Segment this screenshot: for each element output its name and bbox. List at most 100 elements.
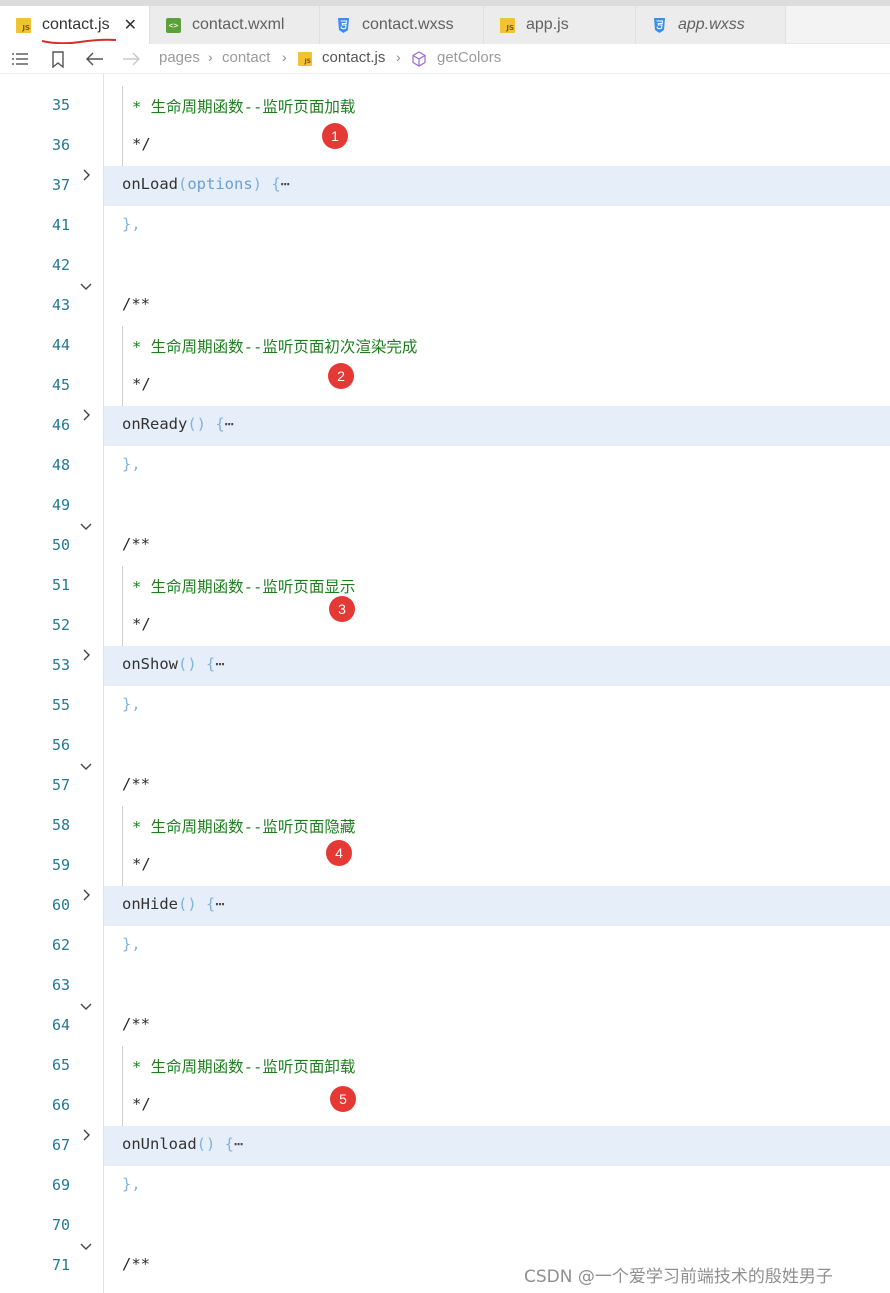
line-number: 43	[51, 296, 70, 314]
code-line[interactable]: 41},	[0, 206, 890, 246]
list-icon[interactable]	[10, 48, 30, 70]
folded-ellipsis-icon[interactable]: ⋯	[225, 415, 234, 433]
code-line[interactable]: 59 */	[0, 846, 890, 886]
bookmark-icon[interactable]	[48, 48, 68, 70]
folded-ellipsis-icon[interactable]: ⋯	[215, 655, 224, 673]
chevron-down-icon[interactable]	[78, 1240, 94, 1256]
folded-ellipsis-icon[interactable]: ⋯	[281, 175, 290, 193]
line-number: 66	[51, 1096, 70, 1114]
code-text: },	[122, 695, 141, 713]
watermark: CSDN @一个爱学习前端技术的殷姓男子	[524, 1267, 833, 1287]
code-line[interactable]: 43 /**	[0, 283, 890, 326]
chevron-right-icon: ›	[396, 49, 401, 65]
code-line[interactable]: 63	[0, 966, 890, 1006]
chevron-down-icon[interactable]	[78, 520, 94, 536]
close-icon[interactable]: ✕	[124, 15, 137, 35]
back-arrow-icon[interactable]	[84, 48, 106, 70]
code-text: },	[122, 215, 141, 233]
tab-label: app.js	[526, 16, 569, 33]
code-line[interactable]: 46 onReady() {⋯	[0, 406, 890, 446]
method-name: onHide	[122, 895, 178, 913]
breadcrumb-item-file[interactable]: contact.js	[322, 49, 385, 66]
code-editor[interactable]: 35 * 生命周期函数--监听页面加载 36 */ 37 onLoad(options) …	[0, 74, 890, 1293]
method-name: onShow	[122, 655, 178, 673]
code-line[interactable]: 62},	[0, 926, 890, 966]
line-number: 48	[51, 456, 70, 474]
comment-text: */	[132, 1095, 151, 1113]
code-line[interactable]: 53 onShow() {⋯	[0, 646, 890, 686]
tab-app-js[interactable]: JS app.js	[484, 6, 636, 44]
chevron-down-icon[interactable]	[78, 1000, 94, 1016]
code-line[interactable]: 45 */	[0, 366, 890, 406]
code-line[interactable]: 50 /**	[0, 523, 890, 566]
code-line[interactable]: 55},	[0, 686, 890, 726]
comment-text: */	[132, 615, 151, 633]
code-line[interactable]: 58 * 生命周期函数--监听页面隐藏	[0, 806, 890, 846]
code-line[interactable]: 70	[0, 1206, 890, 1246]
code-line[interactable]: 51 * 生命周期函数--监听页面显示	[0, 566, 890, 606]
breadcrumb-item-pages[interactable]: pages	[159, 49, 200, 66]
indent-guide	[122, 1086, 123, 1126]
tab-contact-wxml[interactable]: <> contact.wxml	[150, 6, 320, 44]
tab-contact-wxss[interactable]: contact.wxss	[320, 6, 484, 44]
chevron-down-icon[interactable]	[78, 760, 94, 776]
line-number: 67	[51, 1136, 70, 1154]
comment-text: */	[132, 135, 151, 153]
code-line[interactable]: 35 * 生命周期函数--监听页面加载	[0, 86, 890, 126]
js-file-icon: JS	[500, 17, 515, 33]
code-line[interactable]: 66 */	[0, 1086, 890, 1126]
breadcrumb: pages › contact › JS contact.js › getCol…	[0, 44, 890, 74]
code-line[interactable]: 69},	[0, 1166, 890, 1206]
css-file-icon	[336, 17, 351, 33]
line-number: 64	[51, 1016, 70, 1034]
code-line[interactable]: 44 * 生命周期函数--监听页面初次渲染完成	[0, 326, 890, 366]
code-line[interactable]: 42	[0, 246, 890, 286]
line-number: 35	[51, 96, 70, 114]
line-number: 60	[51, 896, 70, 914]
method-cube-icon	[409, 48, 429, 70]
js-file-icon: JS	[16, 17, 31, 33]
code-line[interactable]: 48},	[0, 446, 890, 486]
breadcrumb-item-contact[interactable]: contact	[222, 49, 270, 66]
breadcrumb-item-symbol[interactable]: getColors	[437, 49, 501, 66]
forward-arrow-icon[interactable]	[120, 48, 142, 70]
chevron-right-icon[interactable]	[78, 649, 94, 665]
code-line[interactable]: 49	[0, 486, 890, 526]
line-number: 63	[51, 976, 70, 994]
comment-text: /**	[122, 775, 150, 793]
code-line[interactable]: 56	[0, 726, 890, 766]
paren: ) {	[187, 655, 216, 673]
code-line[interactable]: 67 onUnload() {⋯	[0, 1126, 890, 1166]
line-number: 46	[51, 416, 70, 434]
line-number: 53	[51, 656, 70, 674]
method-signature: onReady() {⋯	[122, 415, 234, 433]
chevron-right-icon[interactable]	[78, 409, 94, 425]
paren: (	[178, 895, 188, 913]
comment-text: * 生命周期函数--监听页面初次渲染完成	[132, 338, 418, 356]
indent-guide	[122, 86, 123, 126]
chevron-right-icon[interactable]	[78, 1129, 94, 1145]
comment-text: */	[132, 375, 151, 393]
folded-ellipsis-icon[interactable]: ⋯	[234, 1135, 243, 1153]
chevron-down-icon[interactable]	[78, 280, 94, 296]
code-line[interactable]: 64 /**	[0, 1003, 890, 1046]
chevron-right-icon[interactable]	[78, 169, 94, 185]
code-line[interactable]: 57 /**	[0, 763, 890, 806]
code-line[interactable]: 37 onLoad(options) {⋯	[0, 166, 890, 206]
method-param: options	[187, 175, 253, 193]
line-number: 36	[51, 136, 70, 154]
editor-tab-bar: JS contact.js ✕ <> contact.wxml contact.…	[0, 6, 890, 45]
tab-app-wxss[interactable]: app.wxss	[636, 6, 786, 44]
code-line[interactable]: 65 * 生命周期函数--监听页面卸载	[0, 1046, 890, 1086]
js-file-icon: JS	[296, 48, 314, 70]
code-line[interactable]: 60 onHide() {⋯	[0, 886, 890, 926]
annotation-marker-3: 3	[329, 596, 355, 622]
code-line[interactable]: 52 */	[0, 606, 890, 646]
chevron-right-icon[interactable]	[78, 889, 94, 905]
code-line[interactable]: 36 */	[0, 126, 890, 166]
line-number: 45	[51, 376, 70, 394]
folded-ellipsis-icon[interactable]: ⋯	[215, 895, 224, 913]
tab-label: contact.js	[42, 16, 110, 33]
comment-text: * 生命周期函数--监听页面卸载	[132, 1058, 356, 1076]
paren: (	[178, 175, 188, 193]
